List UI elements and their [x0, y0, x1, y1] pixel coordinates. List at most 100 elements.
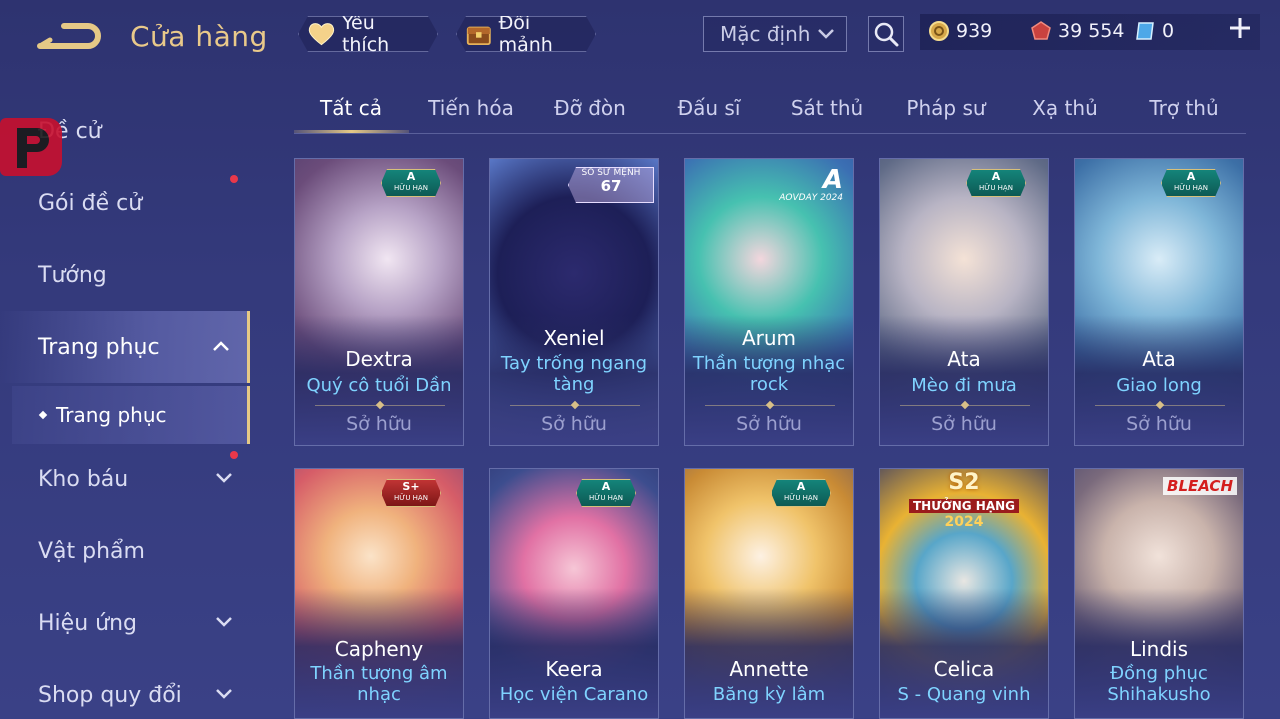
skin-card[interactable]: S2 THƯỞNG HẠNG 2024 Celica S - Quang vinh — [879, 468, 1049, 719]
gold-coin-icon — [929, 21, 949, 41]
sidebar-item-label: Trang phục — [38, 334, 160, 360]
hero-name: Ata — [947, 347, 981, 371]
skin-grid: A HỮU HẠN Dextra Quý cô tuổi Dần Sở hữu S… — [294, 158, 1246, 719]
tier-badge: A HỮU HẠN — [771, 479, 831, 507]
sidebar-item-skins[interactable]: Trang phục — [0, 311, 250, 383]
tab-fighter[interactable]: Đấu sĩ — [654, 96, 764, 120]
skin-name: Băng kỳ lâm — [712, 684, 826, 705]
card-divider — [900, 405, 1030, 406]
skin-card[interactable]: A HỮU HẠN Annette Băng kỳ lâm — [684, 468, 854, 719]
sidebar-item-exchange-shop[interactable]: Shop quy đổi — [0, 659, 250, 719]
skin-name: Tay trống ngang tàng — [500, 353, 648, 395]
p-logo-icon — [17, 128, 49, 168]
tab-marksman[interactable]: Xạ thủ — [1010, 96, 1120, 120]
hero-name: Keera — [545, 657, 603, 681]
sidebar-item-heroes[interactable]: Tướng — [0, 239, 250, 311]
bullet-icon — [38, 410, 48, 420]
owned-status: Sở hữu — [1126, 413, 1192, 435]
sort-value: Mặc định — [720, 22, 811, 46]
skin-name: S - Quang vinh — [897, 684, 1031, 705]
aov-day-label: A AOVDAY 2024 — [779, 165, 843, 203]
card-divider — [510, 405, 640, 406]
skin-name: Đồng phục Shihakusho — [1107, 663, 1211, 705]
sidebar-item-items[interactable]: Vật phẩm — [0, 515, 250, 587]
skin-card[interactable]: BLEACH Lindis Đồng phục Shihakusho — [1074, 468, 1244, 719]
ticket-amount: 0 — [1162, 20, 1175, 42]
hero-name: Lindis — [1129, 637, 1189, 661]
notification-dot — [230, 175, 238, 183]
sidebar-subitem-label: Trang phục — [56, 403, 167, 427]
sidebar-item-label: Hiệu ứng — [38, 610, 137, 636]
tier-badge: A HỮU HẠN — [576, 479, 636, 507]
plus-icon — [1230, 18, 1250, 38]
skin-card[interactable]: A HỮU HẠN Ata Giao long Sở hữu — [1074, 158, 1244, 446]
tab-assassin[interactable]: Sát thủ — [772, 96, 882, 120]
currency-bar: 939 39 554 0 — [920, 14, 1260, 50]
sidebar-item-label: Gói đề cử — [38, 190, 143, 216]
skin-card[interactable]: A HỮU HẠN Dextra Quý cô tuổi Dần Sở hữu — [294, 158, 464, 446]
search-button[interactable] — [868, 16, 904, 52]
ticket-balance: 0 — [1134, 20, 1174, 42]
hero-name: Ata — [1142, 347, 1176, 371]
shard-exchange-button[interactable]: Đổi mảnh — [456, 16, 596, 52]
mission-book-label: SỔ SỨ MỆNH 67 — [568, 167, 654, 203]
card-divider — [705, 405, 835, 406]
add-currency-button[interactable] — [1228, 16, 1252, 46]
ruby-amount: 39 554 — [1058, 20, 1125, 42]
back-button[interactable] — [36, 20, 102, 56]
chevron-down-icon — [216, 473, 232, 483]
page-title: Cửa hàng — [130, 20, 268, 53]
favorites-label: Yêu thích — [341, 12, 390, 56]
skin-name: Thần tượng âm nhạc — [310, 663, 448, 705]
sidebar-item-effects[interactable]: Hiệu ứng — [0, 587, 250, 659]
sidebar: Đề cử Gói đề cử Tướng Trang phục Trang p… — [0, 95, 252, 719]
tab-evolution[interactable]: Tiến hóa — [416, 96, 526, 120]
chevron-down-icon — [216, 689, 232, 699]
card-divider — [1095, 405, 1225, 406]
tier-badge: A HỮU HẠN — [381, 169, 441, 197]
sidebar-item-label: Vật phẩm — [38, 538, 145, 564]
tier-badge: A HỮU HẠN — [1161, 169, 1221, 197]
chevron-down-icon — [216, 617, 232, 627]
favorites-button[interactable]: Yêu thích — [298, 16, 438, 52]
tab-mage[interactable]: Pháp sư — [891, 96, 1001, 120]
chevron-down-icon — [818, 29, 834, 39]
hero-name: Annette — [729, 657, 809, 681]
sort-dropdown[interactable]: Mặc định — [703, 16, 847, 52]
hero-name: Xeniel — [543, 326, 605, 350]
back-arrow-icon — [37, 23, 101, 49]
heart-icon — [307, 21, 336, 47]
search-icon — [874, 22, 899, 47]
sidebar-subitem-skins[interactable]: Trang phục — [12, 386, 250, 444]
tab-tank[interactable]: Đỡ đòn — [535, 96, 645, 120]
category-tabs: Tất cả Tiến hóa Đỡ đòn Đấu sĩ Sát thủ Ph… — [294, 90, 1246, 134]
tier-badge: S+ HỮU HẠN — [381, 479, 441, 507]
hero-name: Arum — [741, 326, 797, 350]
ruby-icon — [1031, 21, 1051, 40]
tab-all[interactable]: Tất cả — [296, 96, 406, 120]
sidebar-item-treasure[interactable]: Kho báu — [0, 443, 250, 515]
sidebar-item-label: Kho báu — [38, 466, 129, 492]
skin-name: Quý cô tuổi Dần — [306, 375, 452, 396]
skin-card[interactable]: A AOVDAY 2024 Arum Thần tượng nhạc rock S… — [684, 158, 854, 446]
treasure-chest-icon — [465, 19, 493, 49]
owned-status: Sở hữu — [541, 413, 607, 435]
owned-status: Sở hữu — [346, 413, 412, 435]
skin-card[interactable]: A HỮU HẠN Keera Học viện Carano — [489, 468, 659, 719]
sidebar-item-recommended-packs[interactable]: Gói đề cử — [0, 167, 250, 239]
gold-balance: 939 — [928, 20, 992, 42]
skin-card[interactable]: A HỮU HẠN Ata Mèo đi mưa Sở hữu — [879, 158, 1049, 446]
card-divider — [315, 405, 445, 406]
skin-card[interactable]: S+ HỮU HẠN Capheny Thần tượng âm nhạc — [294, 468, 464, 719]
gold-amount: 939 — [956, 20, 993, 42]
shard-exchange-label: Đổi mảnh — [498, 12, 553, 56]
season-reward-label: S2 THƯỞNG HẠNG 2024 — [880, 471, 1048, 530]
top-bar: Cửa hàng Yêu thích Đổi mảnh Mặc định 939… — [0, 0, 1280, 70]
hero-name: Capheny — [334, 637, 424, 661]
skin-name: Học viện Carano — [499, 684, 649, 705]
owned-status: Sở hữu — [931, 413, 997, 435]
chevron-up-icon — [213, 341, 229, 351]
tab-support[interactable]: Trợ thủ — [1129, 96, 1239, 120]
skin-name: Thần tượng nhạc rock — [692, 353, 846, 395]
skin-card[interactable]: SỔ SỨ MỆNH 67 Xeniel Tay trống ngang tàng… — [489, 158, 659, 446]
